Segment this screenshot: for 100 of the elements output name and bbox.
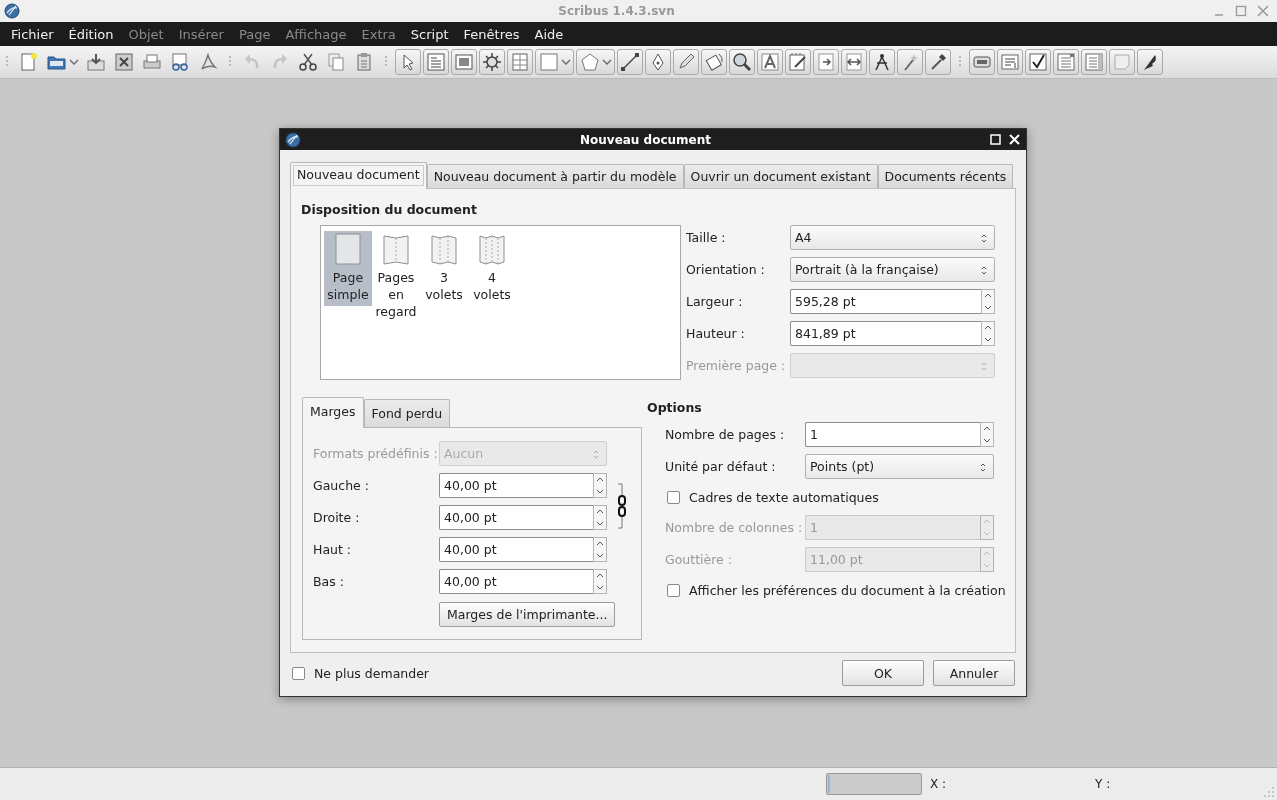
text-frame-icon	[426, 52, 446, 72]
chain-link-icon[interactable]	[616, 483, 628, 529]
note-icon	[1112, 52, 1132, 72]
tab[interactable]: Fond perdu	[363, 399, 451, 427]
menu-item[interactable]: Fichier	[4, 26, 61, 42]
checkbox[interactable]	[667, 490, 680, 504]
checkbox-label: Afficher les préférences du document à la création	[689, 582, 1006, 598]
layout-option[interactable]: Pages en regard	[372, 231, 420, 323]
caret-icon[interactable]	[560, 57, 572, 67]
document-glasses-icon	[170, 52, 190, 72]
y-coordinate-label: Y :	[1095, 777, 1111, 791]
app-logo-icon	[285, 131, 301, 148]
field-label: Droite :	[313, 510, 361, 525]
tray-arrow-icon	[86, 52, 106, 72]
square-icon	[539, 52, 559, 72]
field-label: Hauteur :	[686, 326, 746, 341]
layout-option-label: 3 volets	[424, 269, 464, 303]
number-field[interactable]: 1	[805, 422, 980, 447]
section-heading: Disposition du document	[301, 202, 478, 217]
spinner-arrows-icon[interactable]	[593, 473, 607, 498]
single-page-icon	[334, 233, 362, 266]
menu-item[interactable]: Script	[403, 26, 456, 42]
caret-icon[interactable]	[601, 57, 613, 67]
cancel-button[interactable]: Annuler	[933, 660, 1015, 686]
dropdown[interactable]: A4	[790, 225, 995, 250]
x-coordinate-label: X :	[930, 777, 948, 791]
spinner-arrows-icon[interactable]	[981, 321, 995, 346]
field-label: Gouttière :	[665, 552, 733, 567]
tab[interactable]: Nouveau document à partir du modèle	[426, 164, 684, 188]
toolbar-button[interactable]	[1025, 49, 1051, 75]
frame-link-icon	[816, 52, 836, 72]
app-logo-icon	[4, 3, 20, 19]
dropdown[interactable]: Points (pt)	[805, 454, 994, 479]
field-label: Taille :	[686, 230, 727, 245]
field-label: Formats prédéfinis :	[313, 446, 439, 461]
toolbar-button[interactable]	[1137, 49, 1163, 75]
layout-option[interactable]: 3 volets	[420, 231, 468, 306]
facing-pages-icon	[382, 233, 410, 266]
field-label: Largeur :	[686, 294, 744, 309]
field-label: Bas :	[313, 574, 345, 589]
combo-box-icon	[1056, 52, 1076, 72]
checkbox[interactable]	[292, 666, 305, 680]
swirl-icon	[198, 52, 218, 72]
spinner-arrows-icon[interactable]	[981, 289, 995, 314]
tab[interactable]: Marges	[302, 397, 364, 428]
printer-margins-button[interactable]: Marges de l'imprimante...	[439, 602, 616, 627]
layout-option[interactable]: Page simple	[324, 231, 372, 306]
line-icon	[620, 52, 640, 72]
toolbar-handle-icon	[5, 55, 9, 69]
new-document-icon	[19, 52, 39, 72]
menu-item[interactable]: Aide	[527, 26, 571, 42]
toolbar-button[interactable]	[869, 49, 895, 75]
toolbar-button[interactable]	[479, 49, 505, 75]
printer-icon	[142, 52, 162, 72]
field-label: Nombre de pages :	[665, 427, 786, 442]
ok-button[interactable]: OK	[842, 660, 924, 686]
number-field[interactable]: 40,00 pt	[439, 505, 593, 530]
four-panel-fold-icon	[478, 233, 506, 266]
spinner-arrows-icon[interactable]	[593, 537, 607, 562]
pentagon-icon	[580, 52, 600, 72]
field-label: Orientation :	[686, 262, 766, 277]
toolbar-button[interactable]	[729, 49, 755, 75]
number-field[interactable]: 841,89 pt	[790, 321, 981, 346]
number-field[interactable]: 40,00 pt	[439, 473, 593, 498]
number-field[interactable]: 40,00 pt	[439, 537, 593, 562]
list-box-icon	[1084, 52, 1104, 72]
section-heading: Options	[647, 400, 703, 415]
dropdown[interactable]: Portrait (à la française)	[790, 257, 995, 282]
tab[interactable]: Nouveau document	[290, 162, 427, 189]
toolbar-handle-icon	[228, 55, 232, 69]
toolbar-button[interactable]	[617, 49, 643, 75]
spinner-arrows-icon[interactable]	[593, 505, 607, 530]
window-title: Scribus 1.4.3.svn	[557, 4, 676, 18]
spinner-arrows-icon[interactable]	[593, 569, 607, 594]
toolbar-handle-icon	[384, 55, 388, 69]
menu-item[interactable]: Édition	[61, 26, 121, 42]
toolbar-button[interactable]	[841, 49, 867, 75]
layout-option[interactable]: 4 volets	[468, 231, 516, 306]
gear-icon	[482, 52, 502, 72]
checkbox[interactable]	[667, 583, 680, 597]
text-edit-icon	[760, 52, 780, 72]
field-label: Nombre de colonnes :	[665, 520, 804, 535]
checkbox-label: Ne plus demander	[314, 665, 429, 681]
number-field[interactable]: 595,28 pt	[790, 289, 981, 314]
tab[interactable]: Ouvrir un document existant	[683, 164, 878, 188]
copy-icon	[326, 52, 346, 72]
menu-item[interactable]: Fenêtres	[456, 26, 527, 42]
number-field[interactable]: 40,00 pt	[439, 569, 593, 594]
layout-option-label: 4 volets	[472, 269, 512, 303]
pencil-icon	[676, 52, 696, 72]
tab[interactable]: Documents récents	[877, 164, 1014, 188]
compass-icon	[872, 52, 892, 72]
caret-icon[interactable]	[68, 57, 80, 67]
toolbar-button[interactable]	[925, 49, 951, 75]
clipboard-icon	[354, 52, 374, 72]
spinner-arrows-icon[interactable]	[980, 422, 994, 447]
layout-option-label: Page simple	[326, 269, 370, 303]
field-label: Haut :	[313, 542, 353, 557]
toolbar-button[interactable]	[785, 49, 811, 75]
field-label: Unité par défaut :	[665, 459, 777, 474]
